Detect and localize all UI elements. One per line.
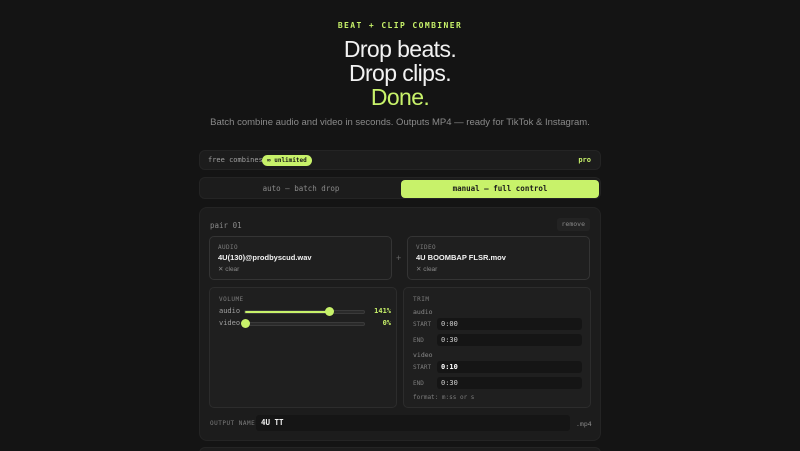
audio-drop-zone[interactable]: AUDIO 4U(130)@prodbyscud.wav ✕ clear — [209, 236, 392, 280]
unlimited-badge: ∞ unlimited — [262, 155, 312, 166]
audio-volume-fill — [245, 311, 329, 313]
trim-video-end-input[interactable]: 0:30 — [437, 377, 582, 389]
video-drop-zone[interactable]: VIDEO 4U BOOMBAP FLSR.mov ✕ clear — [407, 236, 590, 280]
output-extension: .mp4 — [576, 420, 592, 428]
mode-manual-button[interactable]: manual — full control — [401, 180, 599, 198]
subtitle: Batch combine audio and video in seconds… — [210, 117, 590, 128]
video-volume-label: video — [219, 319, 241, 327]
video-clear-button[interactable]: ✕ clear — [416, 265, 437, 273]
video-volume-value: 0% — [382, 319, 391, 327]
audio-volume-row: audio 141% — [219, 307, 391, 317]
trim-audio-start-input[interactable]: 0:00 — [437, 318, 582, 330]
remove-pair-button[interactable]: remove — [556, 218, 590, 231]
mode-auto-button[interactable]: auto — batch drop — [202, 180, 400, 198]
hero-heading: Drop beats. Drop clips. Done. — [0, 37, 800, 109]
trim-audio-end-input[interactable]: 0:30 — [437, 334, 582, 346]
free-combines-bar: free combines ∞ unlimited pro — [199, 150, 601, 170]
hero-line-1: Drop beats. — [343, 36, 457, 62]
trim-video-start-label: START — [413, 364, 432, 371]
next-panel — [199, 447, 601, 451]
audio-volume-thumb[interactable] — [324, 307, 334, 316]
video-kind-label: VIDEO — [416, 244, 437, 251]
audio-filename: 4U(130)@prodbyscud.wav — [218, 253, 312, 262]
video-filename: 4U BOOMBAP FLSR.mov — [416, 253, 506, 262]
hero-line-2: Drop clips. — [348, 60, 452, 86]
volume-title: VOLUME — [219, 296, 244, 303]
trim-audio-label: audio — [413, 308, 433, 316]
volume-section: VOLUME audio 141% video 0% — [209, 287, 397, 408]
mode-toggle: auto — batch drop manual — full control — [199, 177, 601, 199]
audio-clear-button[interactable]: ✕ clear — [218, 265, 239, 273]
pair-title: pair 01 — [210, 221, 242, 230]
audio-volume-slider[interactable] — [244, 307, 365, 316]
audio-kind-label: AUDIO — [218, 244, 239, 251]
trim-section: TRIM audio START 0:00 END 0:30 video STA… — [403, 287, 591, 408]
plus-icon: + — [396, 253, 402, 263]
output-name-input[interactable]: 4U TT — [256, 415, 570, 431]
pair-panel: pair 01 remove AUDIO 4U(130)@prodbyscud.… — [199, 207, 601, 441]
audio-volume-label: audio — [219, 307, 241, 315]
video-volume-row: video 0% — [219, 319, 391, 329]
video-volume-slider[interactable] — [241, 319, 365, 328]
trim-video-start-input[interactable]: 0:10 — [437, 361, 582, 373]
trim-audio-start-label: START — [413, 321, 432, 328]
trim-video-end-label: END — [413, 380, 424, 387]
output-name-label: OUTPUT NAME — [210, 420, 256, 427]
audio-volume-value: 141% — [374, 307, 391, 315]
trim-audio-end-label: END — [413, 337, 424, 344]
free-combines-label: free combines — [208, 156, 263, 164]
trim-title: TRIM — [413, 296, 430, 303]
app-eyebrow: BEAT + CLIP COMBINER — [337, 21, 463, 30]
video-volume-thumb[interactable] — [241, 319, 250, 328]
trim-video-label: video — [413, 351, 433, 359]
trim-format-hint: format: m:ss or s — [413, 394, 475, 401]
pro-link[interactable]: pro — [578, 156, 591, 164]
hero-line-3: Done. — [370, 84, 430, 110]
